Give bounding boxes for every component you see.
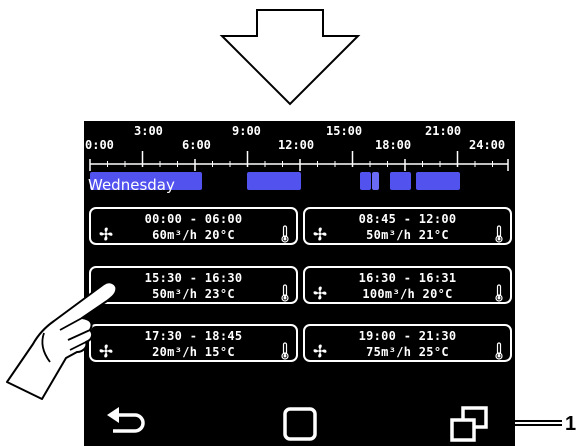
thermometer-icon [495, 342, 503, 360]
card-time: 00:00 - 06:00 [144, 212, 243, 226]
thermometer-icon [495, 225, 503, 243]
schedule-card[interactable]: 00:00 - 06:00 60m³/h 20°C [89, 207, 298, 245]
tick-label-6: 6:00 [182, 138, 211, 152]
schedule-bar-5 [390, 172, 411, 190]
tick-label-18: 18:00 [375, 138, 412, 152]
tick-label-3: 3:00 [134, 124, 163, 138]
schedule-bar-6 [416, 172, 460, 190]
schedule-bar-3 [360, 172, 371, 190]
tick-label-9: 9:00 [232, 124, 261, 138]
card-time: 16:30 - 16:31 [358, 271, 457, 285]
tick-label-12: 12:00 [278, 138, 315, 152]
tick-label-24: 24:00 [469, 138, 506, 152]
schedule-bar-2 [247, 172, 301, 190]
day-label: Wednesday [88, 176, 175, 194]
callout-number: 1 [565, 413, 577, 435]
hand-pointer-illustration [6, 281, 118, 400]
tick-label-0: 0:00 [85, 138, 114, 152]
schedule-card[interactable]: 08:45 - 12:00 50m³/h 21°C [303, 207, 512, 245]
tick-label-21: 21:00 [425, 124, 462, 138]
back-arrow-icon[interactable] [105, 407, 149, 441]
card-values: 60m³/h 20°C [152, 228, 235, 242]
schedule-bar-4 [372, 172, 379, 190]
card-values: 50m³/h 21°C [366, 228, 449, 242]
schedule-card[interactable]: 16:30 - 16:31 100m³/h 20°C [303, 266, 512, 304]
thermometer-icon [281, 225, 289, 243]
card-time: 19:00 - 21:30 [358, 329, 457, 343]
card-values: 100m³/h 20°C [362, 287, 453, 301]
down-arrow-illustration [219, 9, 361, 106]
card-time: 08:45 - 12:00 [358, 212, 457, 226]
thermometer-icon [281, 284, 289, 302]
callout-line [505, 420, 562, 426]
tick-label-15: 15:00 [326, 124, 363, 138]
thermometer-icon [281, 342, 289, 360]
schedule-card[interactable]: 19:00 - 21:30 75m³/h 25°C [303, 324, 512, 362]
home-square-icon[interactable] [282, 406, 318, 442]
card-values: 75m³/h 25°C [366, 345, 449, 359]
device-screen: 3:00 9:00 15:00 21:00 0:00 6:00 12:00 18… [84, 121, 515, 446]
copy-windows-icon[interactable] [450, 406, 488, 442]
thermometer-icon [495, 284, 503, 302]
